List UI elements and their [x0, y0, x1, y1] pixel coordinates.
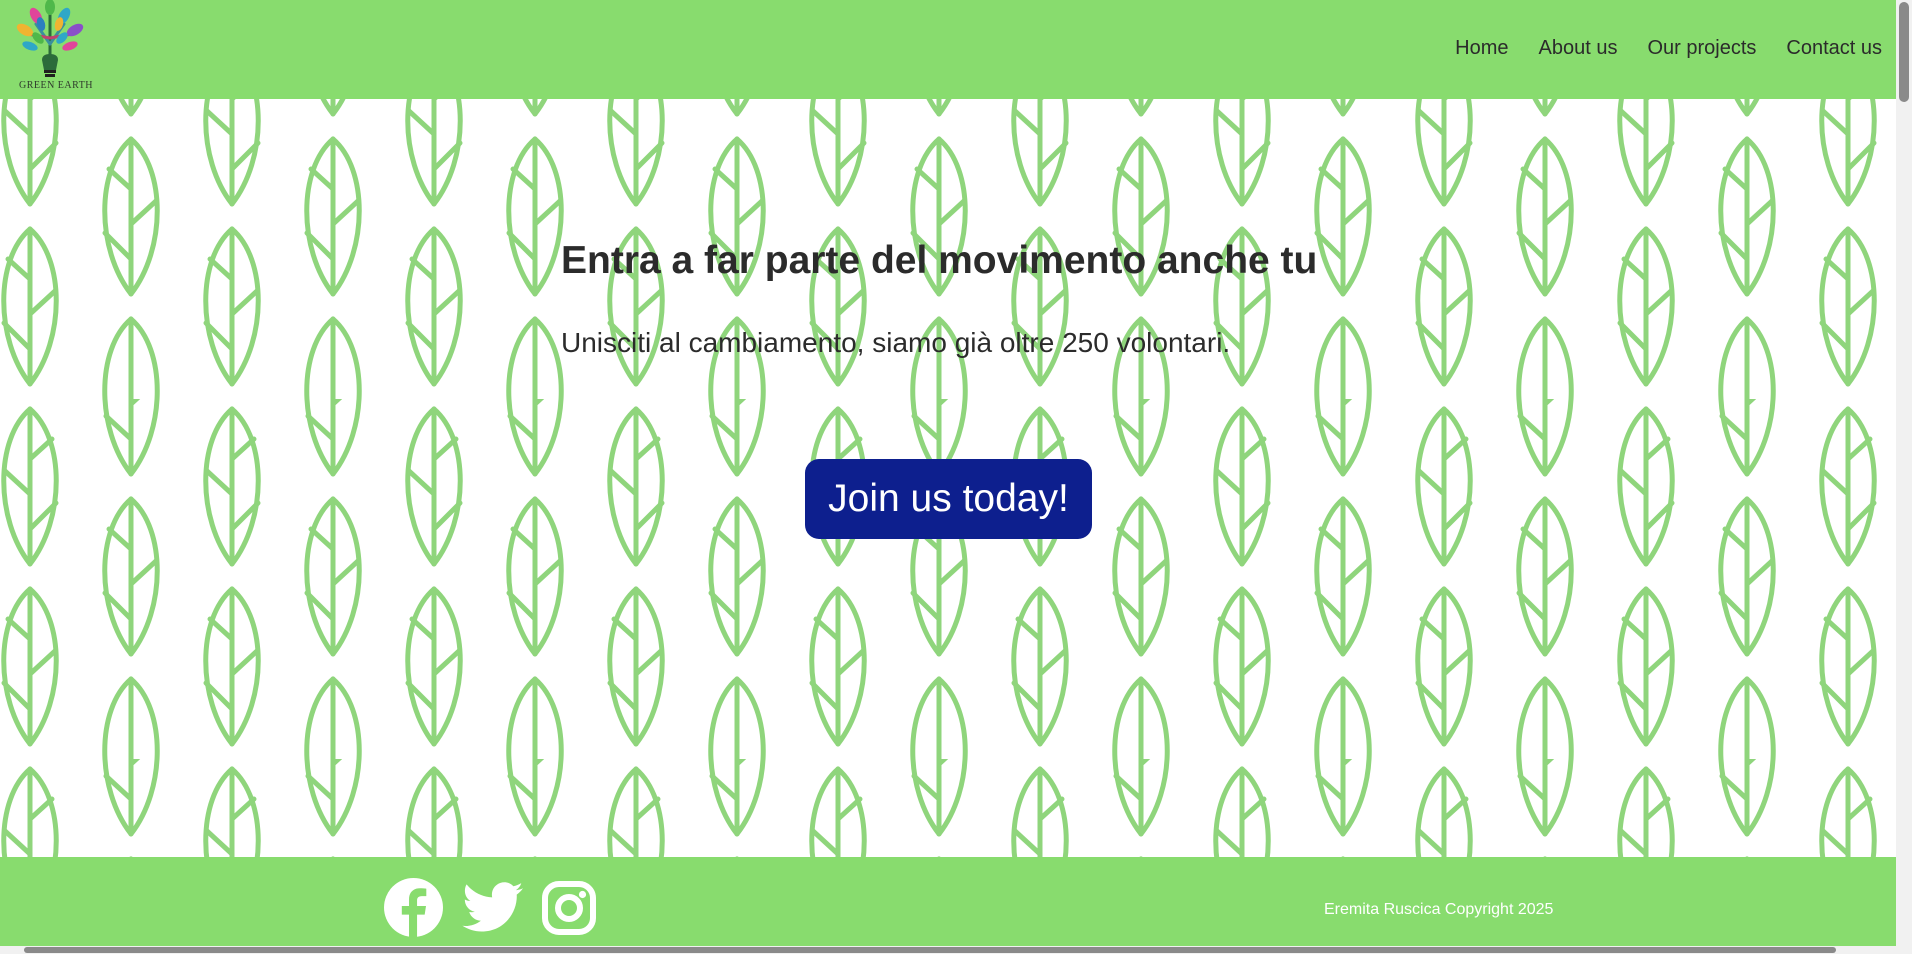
vertical-scrollbar-thumb[interactable] — [1899, 2, 1909, 102]
social-links — [383, 877, 596, 938]
copyright-text: Eremita Ruscica Copyright 2025 — [1324, 901, 1554, 918]
site-footer: Eremita Ruscica Copyright 2025 — [0, 857, 1896, 946]
main-nav: Home About us Our projects Contact us — [1455, 37, 1882, 60]
hero-subtitle: Unisciti al cambiamento, siamo già oltre… — [561, 327, 1231, 358]
facebook-icon[interactable] — [383, 877, 444, 938]
green-earth-logo[interactable]: GREEN EARTH — [8, 0, 93, 96]
nav-about-us[interactable]: About us — [1539, 37, 1618, 60]
instagram-icon[interactable] — [542, 880, 596, 935]
logo-text: GREEN EARTH — [18, 80, 94, 91]
page: GREEN EARTH Home About us Our projects C… — [0, 0, 1912, 954]
nav-home[interactable]: Home — [1455, 37, 1508, 60]
twitter-icon[interactable] — [462, 881, 524, 934]
lightbulb-tree-icon — [16, 0, 84, 77]
site-header: GREEN EARTH Home About us Our projects C… — [0, 0, 1896, 99]
nav-our-projects[interactable]: Our projects — [1647, 37, 1756, 60]
join-us-button[interactable]: Join us today! — [805, 459, 1092, 539]
nav-contact-us[interactable]: Contact us — [1786, 37, 1882, 60]
horizontal-scrollbar-thumb[interactable] — [24, 947, 1836, 953]
hero-section: Entra a far parte del movimento anche tu… — [0, 99, 1896, 857]
hero-title: Entra a far parte del movimento anche tu — [561, 239, 1318, 282]
vertical-scrollbar[interactable] — [1896, 0, 1912, 954]
horizontal-scrollbar[interactable] — [0, 946, 1896, 954]
